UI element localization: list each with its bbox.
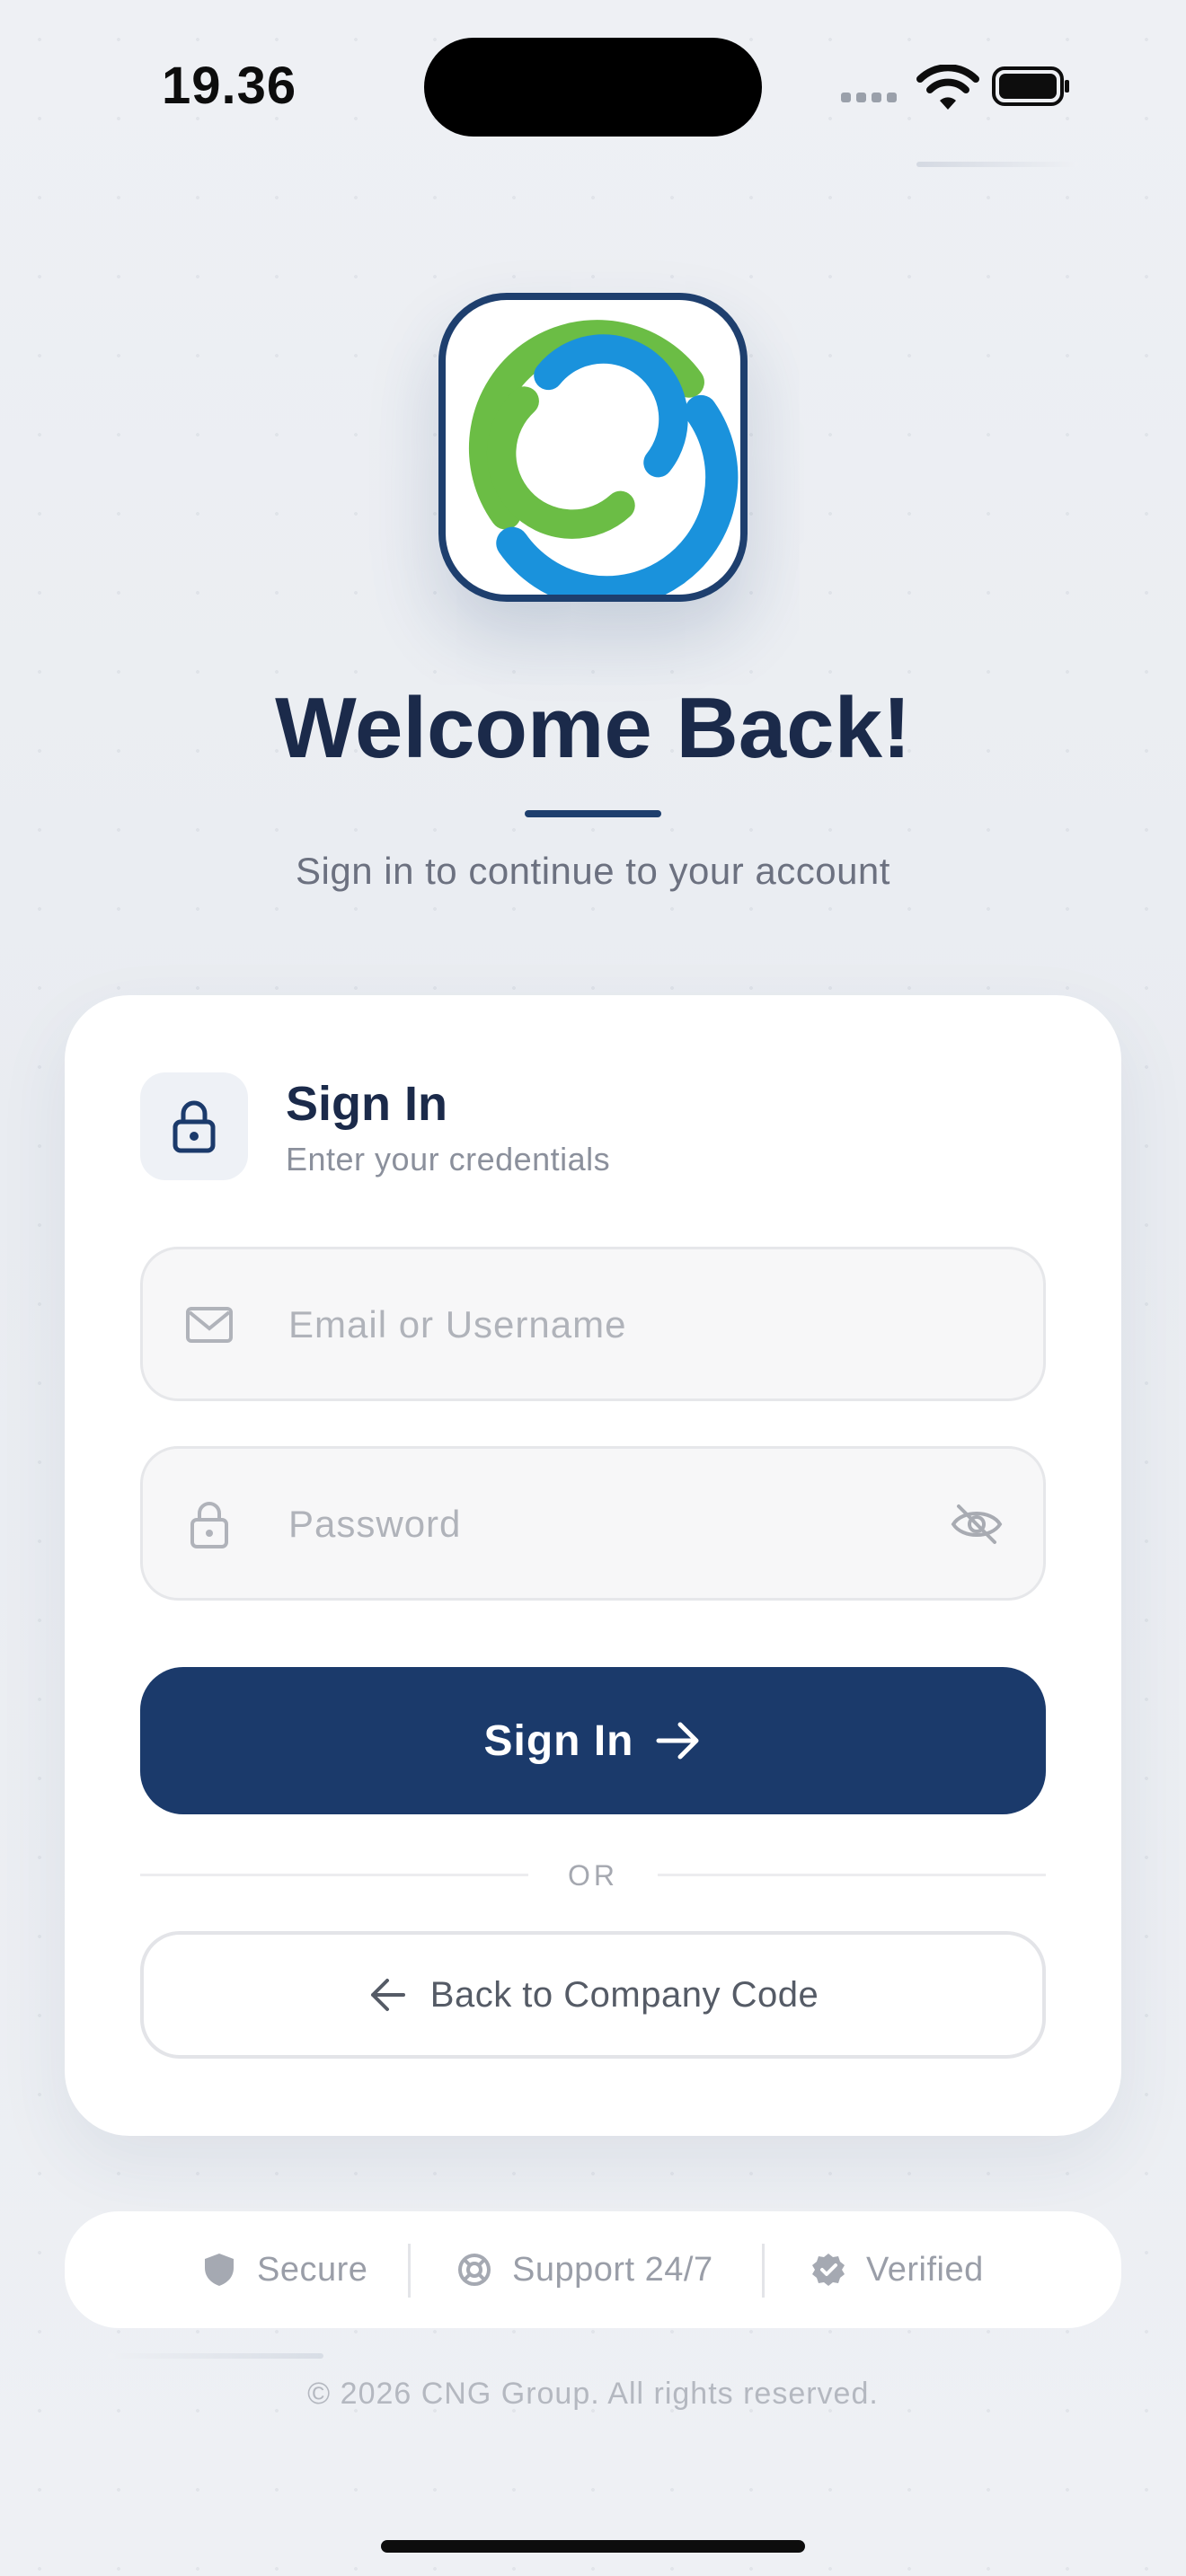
arrow-right-icon (656, 1722, 699, 1760)
trust-item-support: Support 24/7 (456, 2211, 713, 2328)
back-button-label: Back to Company Code (429, 1974, 819, 2015)
cellular-signal-icon (841, 93, 897, 102)
trust-separator (762, 2244, 765, 2298)
eye-off-icon[interactable] (950, 1499, 1004, 1549)
email-input[interactable] (287, 1249, 955, 1400)
arrow-left-icon (370, 1979, 405, 2011)
decorative-line (916, 162, 1078, 167)
status-time: 19.36 (162, 57, 297, 115)
support-icon (458, 2254, 491, 2286)
trust-item-secure: Secure (201, 2211, 367, 2328)
password-input[interactable] (287, 1449, 955, 1600)
verified-badge-icon (812, 2254, 845, 2286)
card-subtitle: Enter your credentials (286, 1141, 611, 1178)
battery-icon (992, 66, 1069, 106)
page-subtitle: Sign in to continue to your account (296, 850, 890, 892)
title-underline (525, 810, 661, 817)
dynamic-island (424, 38, 762, 137)
decorative-line (108, 2353, 323, 2359)
sign-in-button-label: Sign In (483, 1716, 634, 1765)
app-logo (438, 293, 748, 602)
trust-separator (408, 2244, 411, 2298)
divider-right (658, 1874, 1046, 1876)
lock-tile (140, 1072, 248, 1180)
sign-in-card: Sign In Enter your credentials Sign In O… (65, 995, 1121, 2136)
back-to-company-code-button[interactable]: Back to Company Code (140, 1931, 1046, 2059)
lock-icon (173, 1100, 216, 1153)
trust-item-verified: Verified (810, 2211, 984, 2328)
home-indicator[interactable] (381, 2540, 805, 2553)
email-field[interactable] (140, 1247, 1046, 1401)
wifi-icon (916, 65, 979, 110)
page-title: Welcome Back! (275, 680, 911, 776)
sign-in-button[interactable]: Sign In (140, 1667, 1046, 1814)
lock-icon (190, 1502, 228, 1548)
copyright-text: © 2026 CNG Group. All rights reserved. (307, 2377, 879, 2411)
password-field[interactable] (140, 1446, 1046, 1601)
card-title: Sign In (286, 1077, 447, 1131)
shield-icon (205, 2254, 234, 2286)
mail-icon (186, 1307, 233, 1343)
trust-badges: Secure Support 24/7 Verified (65, 2211, 1121, 2328)
